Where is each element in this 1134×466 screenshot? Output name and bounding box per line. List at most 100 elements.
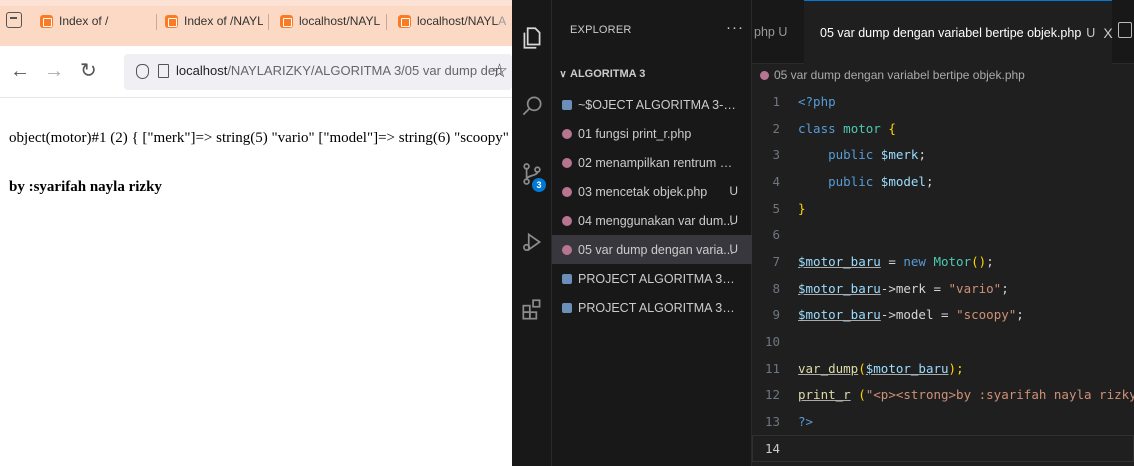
compare-changes-icon[interactable] [1118, 22, 1132, 38]
address-text[interactable]: localhost/NAYLARIZKY/ALGORITMA 3/05 var … [176, 63, 502, 78]
variable: $motor_baru [798, 253, 881, 269]
tab-list-icon[interactable] [6, 12, 22, 28]
tab-label: localhost/NAYL [417, 14, 499, 28]
shield-icon[interactable] [136, 64, 149, 79]
tab-strip-topline [0, 0, 512, 6]
more-actions-icon[interactable]: ··· [726, 19, 744, 36]
brace: { [888, 120, 896, 136]
xampp-icon [398, 14, 411, 28]
word-file-icon [562, 302, 572, 313]
file-item[interactable]: PROJECT ALGORITMA 3-SYARIF... [552, 293, 752, 322]
variable: $motor_baru [798, 307, 881, 323]
code-line: 10 [752, 328, 1134, 355]
bookmark-star-icon[interactable]: ☆ [491, 60, 508, 83]
tab-divider [156, 14, 157, 30]
search-icon[interactable] [512, 86, 552, 126]
php-file-icon [562, 215, 572, 226]
file-name: 02 menampilkan rentrum value ... [578, 155, 738, 170]
parens: () [971, 253, 987, 269]
browser-tab-2[interactable]: Index of /NAYLA [165, 8, 263, 34]
code-line: 6 [752, 221, 1134, 248]
git-status: U [1086, 25, 1096, 40]
explorer-icon[interactable] [512, 18, 552, 58]
line-number: 2 [772, 120, 780, 136]
line-number: 1 [772, 93, 780, 109]
php-open-tag: <?php [798, 93, 836, 109]
file-item[interactable]: 03 mencetak objek.php U [552, 177, 752, 206]
vscode-window: 3 EXPLORER ··· ∨ ALGORITMA 3 ~$OJECT ALG… [512, 0, 1134, 466]
editor-tab-active[interactable]: 05 var dump dengan variabel bertipe obje… [804, 0, 1113, 64]
browser-tab-4[interactable]: localhost/NAYL A [398, 8, 512, 34]
close-icon[interactable]: X [1103, 25, 1112, 41]
line-number: 11 [764, 360, 780, 376]
word-file-icon [562, 99, 572, 110]
code-text: public $merk; [828, 147, 926, 163]
php-file-icon [562, 128, 572, 139]
code-line-current: 14 [752, 435, 1134, 462]
address-bar[interactable]: localhost/NAYLARIZKY/ALGORITMA 3/05 var … [124, 54, 512, 90]
operator: = [933, 307, 957, 323]
chevron-down-icon: ∨ [559, 68, 567, 80]
code-text: var_dump($motor_baru); [798, 361, 1134, 376]
browser-tab-3[interactable]: localhost/NAYLA [280, 8, 380, 34]
code-text: $motor_baru = new Motor(); [798, 253, 994, 269]
git-status: U [729, 213, 738, 227]
brace: } [798, 200, 806, 216]
line-number: 8 [772, 280, 780, 296]
line-number: 9 [772, 307, 780, 323]
file-name: 05 var dump dengan varia... [578, 242, 734, 257]
variable: $motor_baru [865, 360, 949, 376]
scm-badge: 3 [532, 178, 546, 192]
code-text: $motor_baru->model = "scoopy"; [798, 307, 1024, 323]
xampp-icon [40, 14, 53, 28]
line-number: 10 [764, 334, 780, 350]
code-editor[interactable]: 1 <?php 2 class motor { 3 public $merk; 4 … [752, 88, 1134, 462]
file-item[interactable]: ~$OJECT ALGORITMA 3-SYARIF... [552, 90, 752, 119]
file-name: PROJECT ALGORITMA 3-AHMA... [578, 271, 738, 286]
php-file-icon [760, 70, 769, 80]
page-content: object(motor)#1 (2) { ["merk"]=> string(… [0, 99, 512, 466]
breadcrumb-file: 05 var dump dengan variabel bertipe obje… [774, 68, 1025, 82]
tab-label-fade: A [498, 14, 507, 28]
explorer-title: EXPLORER [570, 24, 632, 36]
php-close-tag: ?> [798, 414, 814, 430]
extensions-icon[interactable] [512, 290, 552, 330]
file-item[interactable]: 01 fungsi print_r.php [552, 119, 752, 148]
file-item[interactable]: 02 menampilkan rentrum value ... [552, 148, 752, 177]
paren: ( [850, 387, 866, 403]
browser-tab-1[interactable]: Index of / [40, 8, 150, 34]
run-debug-icon[interactable] [512, 222, 552, 262]
function-name: print_r [798, 387, 851, 403]
property: $merk [880, 147, 919, 163]
code-text: public $model; [828, 173, 934, 189]
back-arrow-icon[interactable]: ← [10, 60, 30, 82]
url-host: localhost [176, 63, 228, 78]
breadcrumb[interactable]: 05 var dump dengan variabel bertipe obje… [752, 64, 1134, 86]
line-number: 13 [764, 414, 780, 430]
var-dump-output: object(motor)#1 (2) { ["merk"]=> string(… [9, 130, 512, 146]
operator: = [925, 280, 949, 296]
code-line: 13 ?> [752, 408, 1134, 435]
line-number: 12 [764, 387, 780, 403]
code-line: 12 print_r ("<p><strong>by :syarifah nayl… [752, 382, 1134, 409]
file-item-active[interactable]: 05 var dump dengan varia... U [552, 235, 752, 264]
reload-icon[interactable]: ↻ [80, 60, 97, 82]
forward-arrow-icon[interactable]: → [44, 60, 64, 82]
code-line: 9 $motor_baru->model = "scoopy"; [752, 302, 1134, 329]
source-control-icon[interactable]: 3 [512, 154, 552, 194]
paren: ( [858, 360, 866, 376]
file-item[interactable]: 04 menggunakan var dum... U [552, 206, 752, 235]
function-name: var_dump [798, 360, 859, 376]
file-item[interactable]: PROJECT ALGORITMA 3-AHMA... [552, 264, 752, 293]
url-path: /NAYLARIZKY/ALGORITMA 3/05 var dump den [227, 63, 503, 78]
keyword: public [828, 173, 874, 189]
keyword: new [903, 253, 926, 269]
editor-tab-previous[interactable]: php U [752, 0, 798, 64]
php-file-icon [562, 157, 572, 168]
line-number: 5 [772, 200, 780, 216]
string: "vario" [948, 280, 1002, 296]
file-name: ~$OJECT ALGORITMA 3-SYARIF... [578, 97, 738, 112]
folder-algoritma-3[interactable]: ∨ ALGORITMA 3 [556, 64, 752, 84]
string: "scoopy" [956, 307, 1017, 323]
file-name: PROJECT ALGORITMA 3-SYARIF... [578, 300, 738, 315]
